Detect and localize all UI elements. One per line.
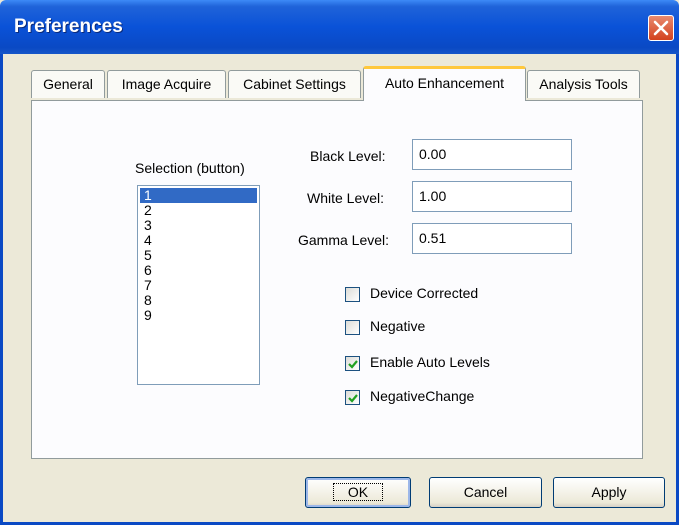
- list-item[interactable]: 7: [140, 278, 257, 293]
- selection-listbox[interactable]: 1 2 3 4 5 6 7 8 9: [137, 185, 260, 385]
- tab-cabinet-settings[interactable]: Cabinet Settings: [228, 70, 361, 98]
- tab-general[interactable]: General: [31, 70, 105, 98]
- title-bar: Preferences: [0, 0, 679, 54]
- black-level-label: Black Level:: [310, 148, 386, 164]
- list-item[interactable]: 6: [140, 263, 257, 278]
- tab-auto-enhancement[interactable]: Auto Enhancement: [363, 66, 526, 101]
- list-item[interactable]: 5: [140, 248, 257, 263]
- ok-button-label: OK: [332, 483, 384, 501]
- close-button[interactable]: [648, 15, 674, 41]
- checkmark-icon: [348, 360, 358, 369]
- device-corrected-label: Device Corrected: [370, 285, 479, 301]
- tab-image-acquire[interactable]: Image Acquire: [107, 70, 226, 98]
- list-item[interactable]: 8: [140, 293, 257, 308]
- device-corrected-checkbox[interactable]: [345, 287, 360, 302]
- negative-change-label: NegativeChange: [370, 388, 475, 404]
- tab-analysis-tools[interactable]: Analysis Tools: [527, 70, 640, 98]
- enable-auto-levels-label: Enable Auto Levels: [370, 354, 490, 370]
- list-item[interactable]: 9: [140, 308, 257, 323]
- list-item[interactable]: 4: [140, 233, 257, 248]
- white-level-label: White Level:: [307, 190, 385, 206]
- selection-label: Selection (button): [135, 160, 245, 176]
- list-item[interactable]: 3: [140, 218, 257, 233]
- negative-checkbox[interactable]: [345, 320, 360, 335]
- gamma-level-label: Gamma Level:: [298, 232, 390, 248]
- negative-label: Negative: [370, 318, 426, 334]
- enable-auto-levels-checkbox[interactable]: [345, 356, 360, 371]
- list-item[interactable]: 1: [140, 188, 257, 203]
- close-icon: [653, 20, 669, 36]
- black-level-field[interactable]: 0.00: [412, 139, 572, 170]
- cancel-button[interactable]: Cancel: [429, 477, 542, 508]
- white-level-field[interactable]: 1.00: [412, 181, 572, 212]
- negative-change-checkbox[interactable]: [345, 390, 360, 405]
- apply-button[interactable]: Apply: [553, 477, 665, 508]
- ok-button[interactable]: OK: [305, 477, 411, 508]
- gamma-level-field[interactable]: 0.51: [412, 223, 572, 254]
- list-item[interactable]: 2: [140, 203, 257, 218]
- checkmark-icon: [348, 394, 358, 403]
- window-title: Preferences: [14, 16, 123, 37]
